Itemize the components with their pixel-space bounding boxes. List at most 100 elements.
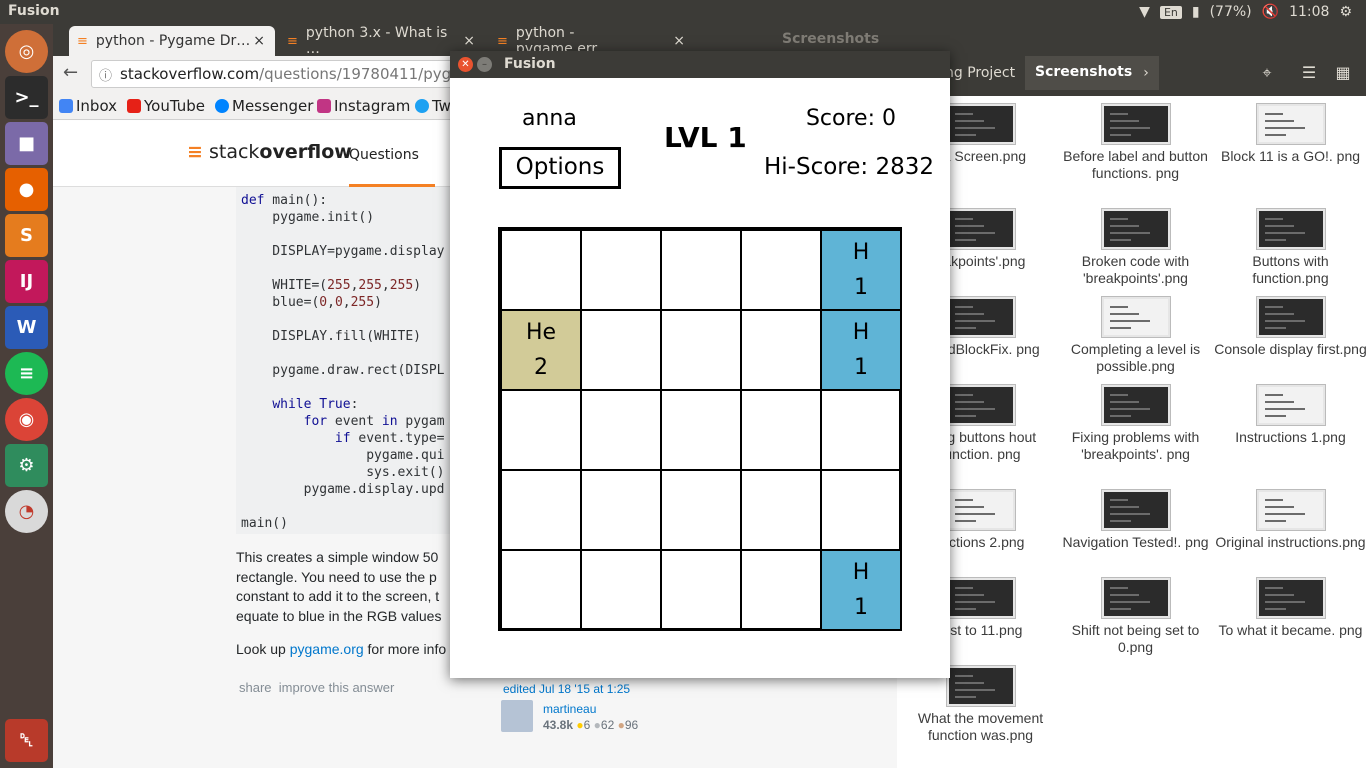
file-item[interactable]: Buttons with function.png xyxy=(1213,209,1366,287)
keyboard-layout[interactable]: En xyxy=(1159,5,1182,19)
file-item[interactable]: Fixing problems with 'breakpoints'. png xyxy=(1058,385,1213,463)
sublime-icon[interactable]: S xyxy=(5,214,48,257)
battery-icon[interactable]: ▮ xyxy=(1192,4,1200,20)
grid-cell[interactable] xyxy=(741,470,821,550)
file-item[interactable]: Broken code with 'breakpoints'.png xyxy=(1058,209,1213,287)
image-thumbnail xyxy=(1256,209,1325,249)
firefox-icon[interactable]: ● xyxy=(5,168,48,211)
grid-cell[interactable] xyxy=(501,550,581,630)
grid-cell[interactable] xyxy=(581,390,661,470)
tile-h[interactable]: H1 xyxy=(821,550,901,630)
bookmark-youtube[interactable]: YouTube xyxy=(127,97,205,115)
wifi-icon[interactable]: ▼ xyxy=(1139,4,1150,20)
stackoverflow-logo[interactable]: ≡ stackoverflow xyxy=(187,141,352,163)
avatar[interactable] xyxy=(501,700,533,732)
grid-cell[interactable] xyxy=(501,390,581,470)
options-button[interactable]: Options xyxy=(499,147,621,189)
tile-symbol: H xyxy=(852,320,870,345)
grid-cell[interactable] xyxy=(581,470,661,550)
grid-cell[interactable] xyxy=(741,230,821,310)
grid-cell[interactable] xyxy=(581,550,661,630)
grid-cell[interactable] xyxy=(741,390,821,470)
close-icon[interactable]: ✕ xyxy=(458,57,473,72)
bronze-badge-count: 96 xyxy=(624,718,639,732)
url-input[interactable]: ⓘ stackoverflow.com/questions/19780411/p… xyxy=(91,60,511,88)
file-item[interactable]: Shift not being set to 0.png xyxy=(1058,578,1213,656)
grid-cell[interactable] xyxy=(501,470,581,550)
settings-icon[interactable]: ⚙ xyxy=(5,444,48,487)
grid-cell[interactable] xyxy=(741,550,821,630)
tile-h[interactable]: H1 xyxy=(821,310,901,390)
file-item[interactable]: Console display first.png xyxy=(1213,297,1366,358)
file-item[interactable]: Block 11 is a GO!. png xyxy=(1213,104,1366,165)
improve-link[interactable]: improve this answer xyxy=(279,680,395,695)
files-icon[interactable]: ■ xyxy=(5,122,48,165)
file-item[interactable]: To what it became. png xyxy=(1213,578,1366,639)
gear-icon[interactable]: ⚙ xyxy=(1339,4,1352,20)
file-label: Navigation Tested!. png xyxy=(1062,534,1209,550)
bookmark-inbox[interactable]: Inbox xyxy=(59,97,117,115)
file-label: Shift not being set to 0.png xyxy=(1071,622,1200,655)
back-arrow-icon[interactable]: ← xyxy=(63,62,78,83)
intellij-icon[interactable]: IJ xyxy=(5,260,48,303)
pygame-link[interactable]: pygame.org xyxy=(290,641,364,657)
file-item[interactable]: Before label and button functions. png xyxy=(1058,104,1213,182)
battery-percent[interactable]: (77%) xyxy=(1210,4,1252,20)
bookmark-instagram[interactable]: Instagram xyxy=(317,97,410,115)
trash-icon[interactable]: ␡ xyxy=(5,719,48,762)
grid-cell[interactable] xyxy=(501,230,581,310)
grid-cell[interactable] xyxy=(581,310,661,390)
grid-cell[interactable] xyxy=(661,550,741,630)
image-thumbnail xyxy=(1101,385,1170,425)
ubuntu-dash-icon[interactable]: ◎ xyxy=(5,30,48,73)
top-panel: Fusion ▼ En ▮ (77%) 🔇 11:08 ⚙ xyxy=(0,0,1366,24)
clock[interactable]: 11:08 xyxy=(1289,4,1329,20)
file-label: Broken code with 'breakpoints'.png xyxy=(1081,253,1190,286)
grid-cell[interactable] xyxy=(821,470,901,550)
tile-he[interactable]: He 2 xyxy=(501,310,581,390)
file-item[interactable]: Completing a level is possible.png xyxy=(1058,297,1213,375)
close-tab-icon[interactable]: × xyxy=(463,33,475,49)
grid-cell[interactable] xyxy=(741,310,821,390)
lookup-prefix: Look up xyxy=(236,641,290,657)
bookmark-twitter[interactable]: Tw xyxy=(415,97,451,115)
tab-pygame-draw[interactable]: ≡ python - Pygame Dr… × xyxy=(69,26,275,56)
close-tab-icon[interactable]: × xyxy=(673,33,685,49)
bookmark-label: Inbox xyxy=(76,97,118,115)
close-tab-icon[interactable]: × xyxy=(253,33,265,49)
grid-cell[interactable] xyxy=(661,310,741,390)
grid-cell[interactable] xyxy=(581,230,661,310)
location-icon[interactable]: ⌖ xyxy=(1253,60,1281,86)
grid-cell[interactable] xyxy=(661,230,741,310)
file-item[interactable]: Original instructions.png xyxy=(1213,490,1366,551)
path-segment-current[interactable]: Screenshots xyxy=(1025,56,1143,90)
chrome-icon[interactable]: ◉ xyxy=(5,398,48,441)
spotify-icon[interactable]: ≡ xyxy=(5,352,48,395)
list-view-icon[interactable]: ☰ xyxy=(1295,60,1323,86)
user-name[interactable]: martineau xyxy=(543,702,596,716)
grid-cell[interactable] xyxy=(821,390,901,470)
volume-muted-icon[interactable]: 🔇 xyxy=(1262,4,1279,20)
tile-h[interactable]: H1 xyxy=(821,230,901,310)
path-segment-previous[interactable]: ng Project xyxy=(945,65,1015,81)
writer-icon[interactable]: W xyxy=(5,306,48,349)
file-item[interactable]: Instructions 1.png xyxy=(1213,385,1366,446)
chevron-right-icon[interactable]: › xyxy=(1133,56,1159,90)
grid-view-icon[interactable]: ▦ xyxy=(1329,60,1357,86)
stackoverflow-favicon-icon: ≡ xyxy=(287,33,298,49)
edited-link[interactable]: edited Jul 18 '15 at 1:25 xyxy=(503,682,630,696)
terminal-icon[interactable]: >_ xyxy=(5,76,48,119)
disk-usage-icon[interactable]: ◔ xyxy=(5,490,48,533)
reputation-score: 43.8k xyxy=(543,718,574,732)
bronze-badge-icon: ● xyxy=(617,718,625,732)
grid-cell[interactable] xyxy=(661,390,741,470)
grid-cell[interactable] xyxy=(661,470,741,550)
nav-questions[interactable]: Questions xyxy=(349,147,419,163)
file-item[interactable]: Navigation Tested!. png xyxy=(1058,490,1213,551)
info-icon[interactable]: ⓘ xyxy=(99,65,112,84)
share-link[interactable]: share xyxy=(239,680,272,695)
image-thumbnail xyxy=(946,104,1015,144)
bookmark-messenger[interactable]: Messenger xyxy=(215,97,313,115)
minimize-icon[interactable]: – xyxy=(477,57,492,72)
image-thumbnail xyxy=(946,666,1015,706)
